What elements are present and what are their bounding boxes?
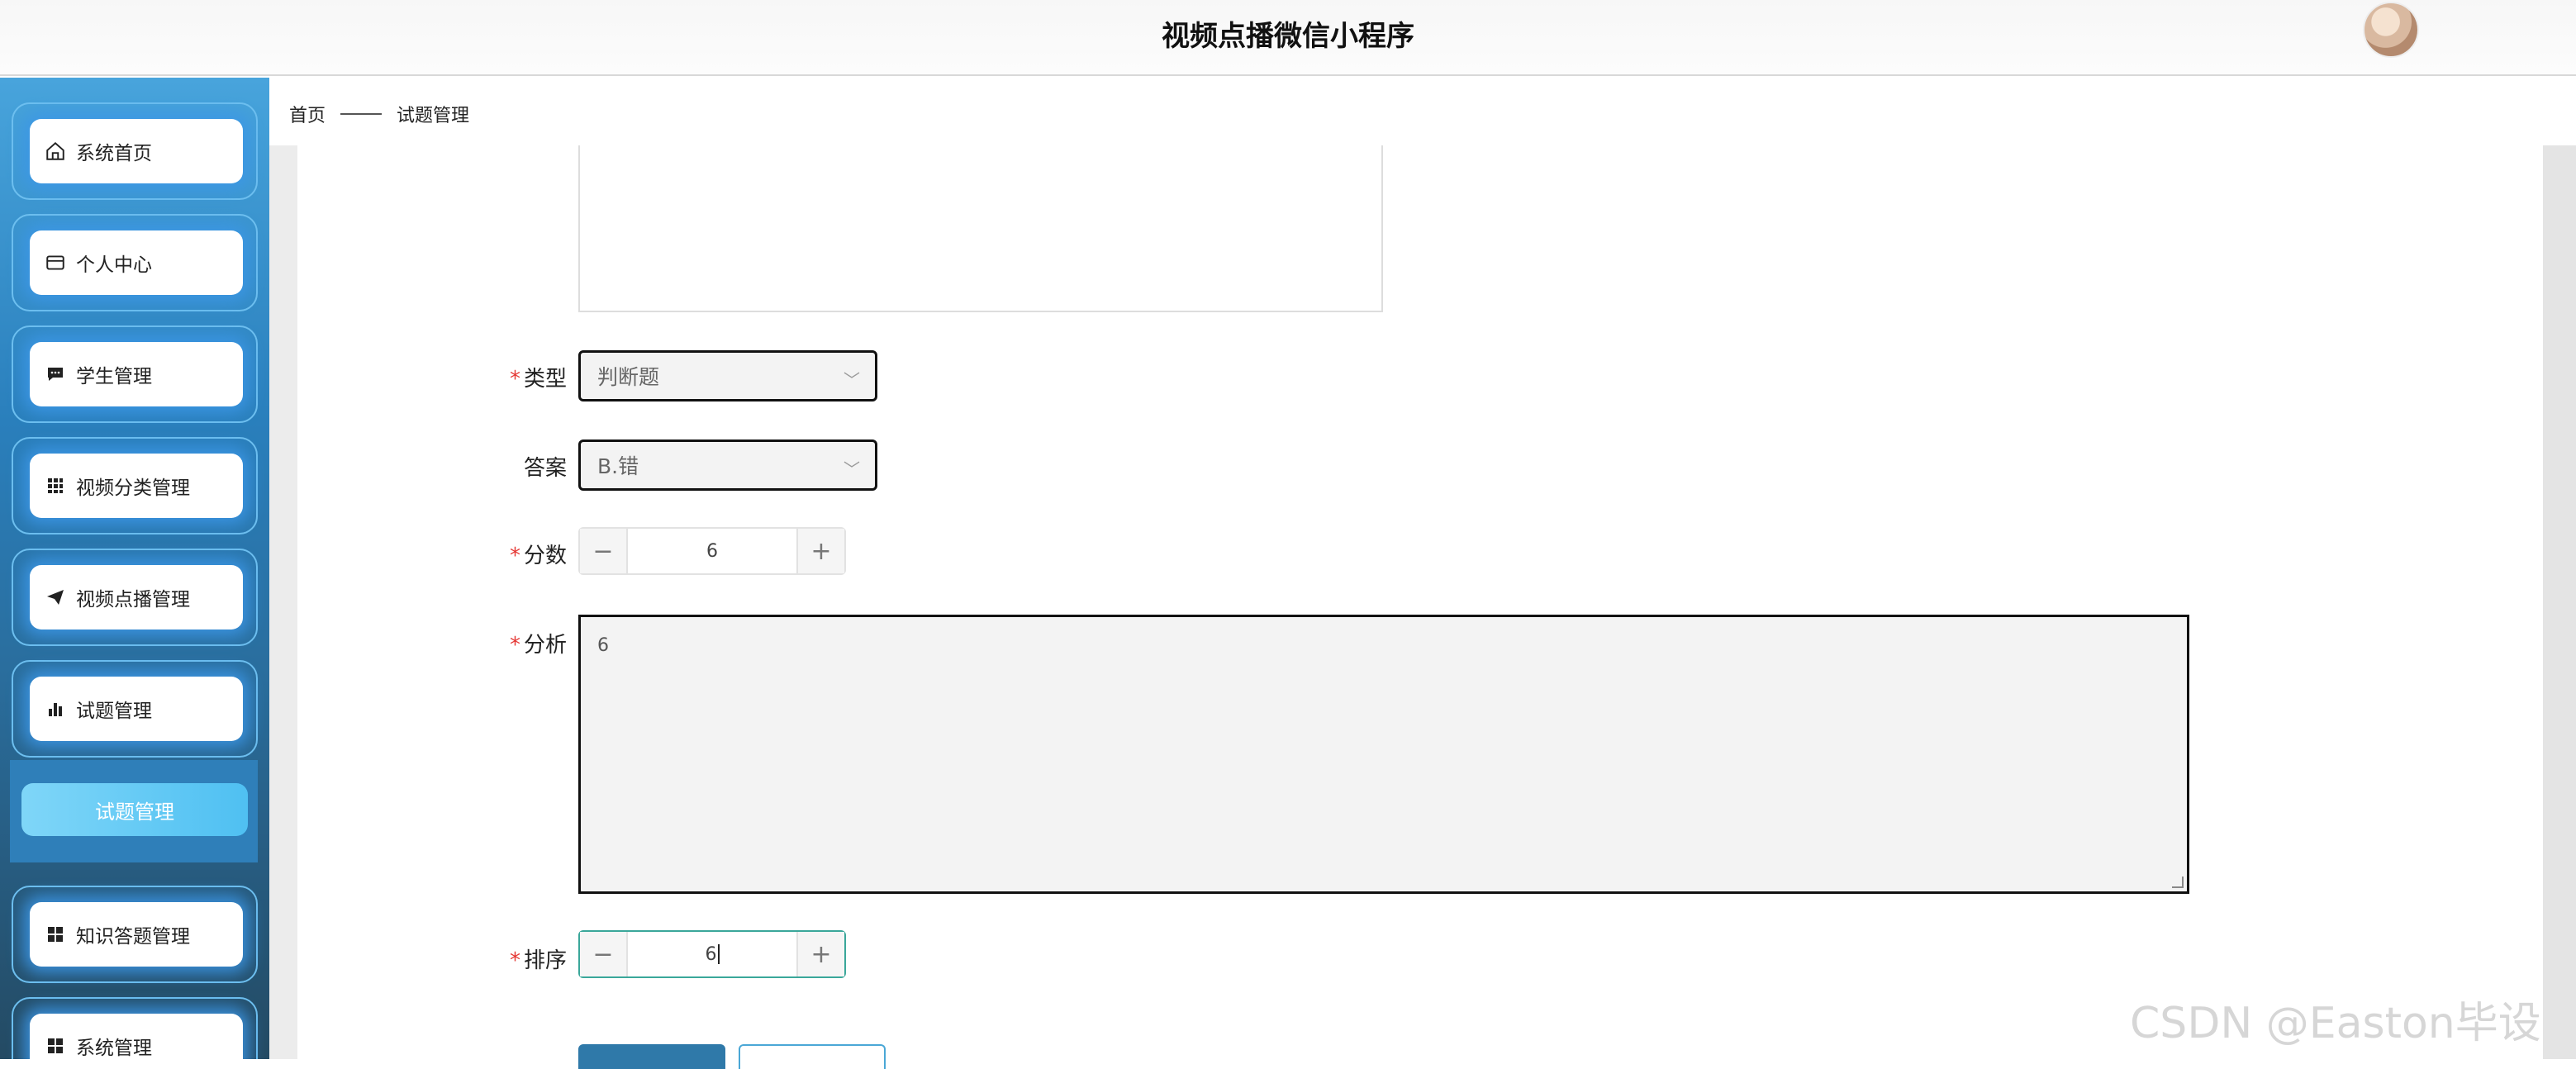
sidebar-item-system[interactable]: 系统管理 bbox=[12, 997, 258, 1059]
analysis-textarea[interactable]: 6 bbox=[578, 615, 2189, 894]
sidebar-item-profile-card[interactable]: 个人中心 bbox=[30, 230, 243, 295]
sidebar-item-label: 试题管理 bbox=[76, 701, 152, 722]
cancel-button[interactable] bbox=[739, 1044, 886, 1069]
order-input[interactable]: 6 bbox=[628, 932, 796, 976]
sidebar-item-students[interactable]: 学生管理 bbox=[12, 325, 258, 423]
sidebar-item-questions[interactable]: 试题管理 bbox=[12, 660, 258, 758]
sidebar-item-label: 系统管理 bbox=[76, 1038, 152, 1059]
content-scrollbar[interactable] bbox=[2543, 145, 2576, 1059]
answer-select-value: B.错 bbox=[597, 454, 639, 478]
breadcrumb-home[interactable]: 首页 bbox=[289, 101, 326, 127]
answer-select[interactable]: B.错 ﹀ bbox=[578, 439, 877, 491]
score-decrease-button[interactable]: − bbox=[580, 529, 628, 573]
required-mark: * bbox=[509, 633, 520, 658]
content-textarea[interactable] bbox=[578, 145, 1383, 312]
sidebar-item-video-vod-card[interactable]: 视频点播管理 bbox=[30, 565, 243, 630]
sidebar-item-label: 视频点播管理 bbox=[76, 589, 190, 611]
user-avatar[interactable] bbox=[2363, 2, 2419, 58]
sidebar-item-home-card[interactable]: 系统首页 bbox=[30, 119, 243, 183]
type-select[interactable]: 判断题 ﹀ bbox=[578, 350, 877, 401]
apps-icon bbox=[43, 1033, 68, 1058]
required-mark: * bbox=[509, 367, 520, 392]
submit-button[interactable] bbox=[578, 1044, 725, 1069]
sidebar-item-profile[interactable]: 个人中心 bbox=[12, 214, 258, 311]
sidebar-item-label: 个人中心 bbox=[76, 254, 152, 276]
analysis-value: 6 bbox=[597, 635, 609, 656]
bar-chart-icon bbox=[43, 696, 68, 721]
sidebar-item-system-card[interactable]: 系统管理 bbox=[30, 1014, 243, 1059]
sidebar-item-quiz[interactable]: 知识答题管理 bbox=[12, 886, 258, 983]
analysis-label: * 分析 bbox=[509, 633, 567, 658]
sidebar-item-video-vod[interactable]: 视频点播管理 bbox=[12, 549, 258, 646]
breadcrumb: 首页 试题管理 bbox=[289, 101, 469, 127]
submenu: 试题管理 bbox=[10, 760, 258, 862]
order-decrease-button[interactable]: − bbox=[580, 932, 628, 976]
order-increase-button[interactable]: + bbox=[796, 932, 844, 976]
chat-icon bbox=[43, 362, 68, 387]
send-icon bbox=[43, 585, 68, 610]
sidebar-item-students-card[interactable]: 学生管理 bbox=[30, 342, 243, 406]
apps-icon bbox=[43, 922, 68, 947]
app-title: 视频点播微信小程序 bbox=[1162, 20, 1414, 53]
answer-label: 答案 bbox=[523, 456, 567, 481]
sidebar-item-label: 知识答题管理 bbox=[76, 926, 190, 948]
grid-icon bbox=[43, 473, 68, 498]
sidebar-item-questions-card[interactable]: 试题管理 bbox=[30, 677, 243, 741]
sidebar-item-label: 视频分类管理 bbox=[76, 477, 190, 499]
top-header: 视频点播微信小程序 bbox=[0, 0, 2576, 76]
chevron-down-icon: ﹀ bbox=[844, 459, 860, 479]
breadcrumb-current: 试题管理 bbox=[397, 106, 470, 126]
breadcrumb-separator bbox=[340, 113, 383, 115]
type-label: * 类型 bbox=[509, 367, 567, 392]
home-icon bbox=[43, 139, 68, 164]
content-left-gutter bbox=[269, 145, 297, 1059]
sidebar-item-label: 学生管理 bbox=[76, 366, 152, 387]
score-input[interactable]: 6 bbox=[628, 529, 796, 573]
required-mark: * bbox=[509, 544, 520, 568]
resize-handle-icon[interactable] bbox=[2172, 877, 2184, 888]
order-label: * 排序 bbox=[509, 948, 567, 973]
score-label: * 分数 bbox=[509, 544, 567, 568]
text-cursor bbox=[717, 944, 720, 964]
sidebar-item-video-category-card[interactable]: 视频分类管理 bbox=[30, 454, 243, 518]
score-increase-button[interactable]: + bbox=[796, 529, 844, 573]
sidebar-item-home[interactable]: 系统首页 bbox=[12, 102, 258, 200]
score-stepper[interactable]: − 6 + bbox=[578, 527, 846, 575]
sidebar-item-video-category[interactable]: 视频分类管理 bbox=[12, 437, 258, 534]
sidebar-item-quiz-card[interactable]: 知识答题管理 bbox=[30, 902, 243, 967]
card-icon bbox=[43, 250, 68, 275]
sidebar: 系统首页 个人中心 学生管理 视频分类管理 视频点播管理 试题管理 试题管理 知… bbox=[0, 78, 269, 1059]
sidebar-item-label: 系统首页 bbox=[76, 143, 152, 164]
type-select-value: 判断题 bbox=[597, 365, 660, 389]
chevron-down-icon: ﹀ bbox=[844, 370, 860, 390]
watermark: CSDN @Easton毕设 bbox=[2130, 999, 2541, 1048]
order-stepper[interactable]: − 6 + bbox=[578, 930, 846, 978]
submenu-item-questions[interactable]: 试题管理 bbox=[21, 783, 248, 836]
required-mark: * bbox=[509, 948, 520, 973]
